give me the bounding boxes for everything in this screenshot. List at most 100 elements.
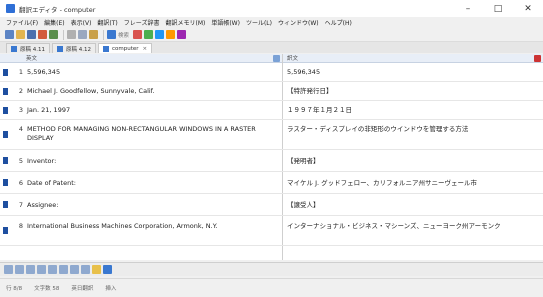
check-icon[interactable] — [144, 30, 154, 39]
next-icon[interactable] — [26, 265, 35, 274]
source-cell[interactable]: Assignee: — [27, 201, 280, 210]
layout-icon[interactable] — [81, 265, 90, 274]
tab-doc-computer[interactable]: computer × — [98, 43, 153, 53]
title-bar: 翻訳エディタ - computer – □ ✕ — [0, 0, 543, 17]
bottom-toolbar — [0, 262, 543, 276]
document-icon — [57, 45, 63, 52]
copy-icon[interactable] — [78, 30, 87, 39]
target-column-header: 訳文 — [283, 54, 543, 63]
row-marker-icon — [3, 68, 8, 76]
target-cell[interactable]: １９９７年１月２１日 — [287, 106, 537, 115]
source-cell[interactable]: Date of Patent: — [27, 179, 280, 188]
target-cell[interactable]: マイケル J. グッドフェロー、カリフォルニア州サニーヴェール市 — [287, 179, 537, 188]
target-cell[interactable]: 【譲受人】 — [287, 201, 537, 210]
table-row[interactable]: 7 Assignee: 【譲受人】 — [0, 194, 543, 216]
maximize-button[interactable]: □ — [483, 0, 513, 17]
document-icon — [11, 45, 17, 52]
search-label[interactable]: 検索 — [118, 31, 129, 39]
memory-icon[interactable] — [166, 30, 176, 39]
undo-icon[interactable] — [38, 30, 47, 39]
target-cell[interactable]: ラスター・ディスプレイの非矩形のウインドウを管理する方法 — [287, 125, 537, 134]
status-mode: 英日翻訳 — [71, 286, 94, 292]
status-bar: 行 8/8 文字数 58 英日翻訳 挿入 — [0, 278, 543, 297]
table-row[interactable]: 8 International Business Machines Corpor… — [0, 216, 543, 246]
save-icon[interactable] — [27, 30, 36, 39]
align-icon[interactable] — [70, 265, 79, 274]
wordbook-icon[interactable] — [177, 30, 187, 39]
source-column-header: 英文 — [0, 54, 282, 63]
menu-phrase-dictionary[interactable]: フレーズ辞書 — [124, 18, 160, 27]
menu-help[interactable]: ヘルプ(H) — [325, 18, 352, 27]
app-logo-icon — [6, 4, 15, 13]
row-number: 5 — [18, 157, 23, 165]
row-marker-icon — [3, 227, 8, 234]
source-cell[interactable]: METHOD FOR MANAGING NON-RECTANGULAR WIND… — [27, 125, 280, 143]
close-button[interactable]: ✕ — [513, 0, 543, 17]
source-cell[interactable]: 5,596,345 — [27, 68, 280, 77]
open-icon[interactable] — [16, 30, 25, 39]
target-cell[interactable]: 5,596,345 — [287, 68, 537, 77]
row-number: 8 — [18, 222, 23, 230]
row-number: 6 — [18, 179, 23, 187]
row-marker-icon — [3, 131, 8, 138]
toolbar: 検索 — [0, 28, 543, 42]
row-marker-icon — [3, 106, 8, 114]
menu-window[interactable]: ウィンドウ(W) — [278, 18, 319, 27]
table-row[interactable]: 1 5,596,345 5,596,345 — [0, 63, 543, 82]
document-icon — [103, 45, 109, 52]
prev-icon[interactable] — [15, 265, 24, 274]
redo-icon[interactable] — [49, 30, 58, 39]
new-icon[interactable] — [5, 30, 14, 39]
cut-icon[interactable] — [67, 30, 76, 39]
target-cell[interactable]: 【発明者】 — [287, 157, 537, 166]
first-icon[interactable] — [4, 265, 13, 274]
search-icon[interactable] — [133, 30, 143, 39]
menu-wordbook[interactable]: 単語帳(W) — [211, 18, 240, 27]
target-cell[interactable]: 【特許発行日】 — [287, 87, 537, 96]
translate-icon[interactable] — [107, 30, 116, 39]
menu-tools[interactable]: ツール(L) — [246, 18, 272, 27]
highlight-icon[interactable] — [92, 265, 101, 274]
menu-file[interactable]: ファイル(F) — [6, 18, 38, 27]
translation-grid: 英文 訳文 1 5,596,345 5,596,345 2 Michael J.… — [0, 54, 543, 260]
minimize-button[interactable]: – — [453, 0, 483, 17]
status-line: 行 8/8 — [6, 286, 23, 292]
menu-view[interactable]: 表示(V) — [71, 18, 92, 27]
paste-icon[interactable] — [89, 30, 98, 39]
column-menu-icon[interactable] — [534, 55, 541, 62]
column-menu-icon[interactable] — [273, 55, 280, 62]
tab-label: 原稿 4.11 — [20, 46, 45, 53]
target-cell[interactable]: インターナショナル・ビジネス・マシーンズ、ニューヨーク州アーモンク — [287, 222, 537, 231]
table-row[interactable]: 2 Michael J. Goodfellow, Sunnyvale, Cali… — [0, 82, 543, 101]
app-window: 翻訳エディタ - computer – □ ✕ ファイル(F) 編集(E) 表示… — [0, 0, 543, 297]
source-cell[interactable]: Jan. 21, 1997 — [27, 106, 280, 115]
menu-translate[interactable]: 翻訳(T) — [97, 18, 117, 27]
source-cell[interactable]: International Business Machines Corporat… — [27, 222, 280, 231]
dictionary-icon[interactable] — [155, 30, 165, 39]
close-tab-icon[interactable]: × — [143, 46, 148, 52]
table-row[interactable]: 5 Inventor: 【発明者】 — [0, 150, 543, 172]
menu-edit[interactable]: 編集(E) — [44, 18, 64, 27]
table-row[interactable]: 6 Date of Patent: マイケル J. グッドフェロー、カリフォルニ… — [0, 172, 543, 194]
tab-label: 原稿 4.12 — [66, 46, 91, 53]
source-cell[interactable]: Michael J. Goodfellow, Sunnyvale, Calif. — [27, 87, 280, 96]
row-number: 3 — [18, 106, 23, 114]
table-row[interactable]: 4 METHOD FOR MANAGING NON-RECTANGULAR WI… — [0, 120, 543, 150]
merge-icon[interactable] — [59, 265, 68, 274]
split-icon[interactable] — [48, 265, 57, 274]
last-icon[interactable] — [37, 265, 46, 274]
toolbar-separator — [103, 29, 104, 40]
row-marker-icon — [3, 157, 8, 164]
row-marker-icon — [3, 87, 8, 95]
tab-doc-1[interactable]: 原稿 4.11 — [6, 43, 50, 53]
table-row[interactable]: 3 Jan. 21, 1997 １９９７年１月２１日 — [0, 101, 543, 120]
window-controls: – □ ✕ — [453, 0, 543, 17]
tab-label: computer — [112, 45, 139, 52]
settings-icon[interactable] — [103, 265, 112, 274]
toolbar-separator — [63, 29, 64, 40]
tab-doc-2[interactable]: 原稿 4.12 — [52, 43, 96, 53]
target-header-label: 訳文 — [287, 56, 299, 62]
row-number: 4 — [18, 125, 23, 133]
source-cell[interactable]: Inventor: — [27, 157, 280, 166]
menu-translation-memory[interactable]: 翻訳メモリ(M) — [165, 18, 205, 27]
